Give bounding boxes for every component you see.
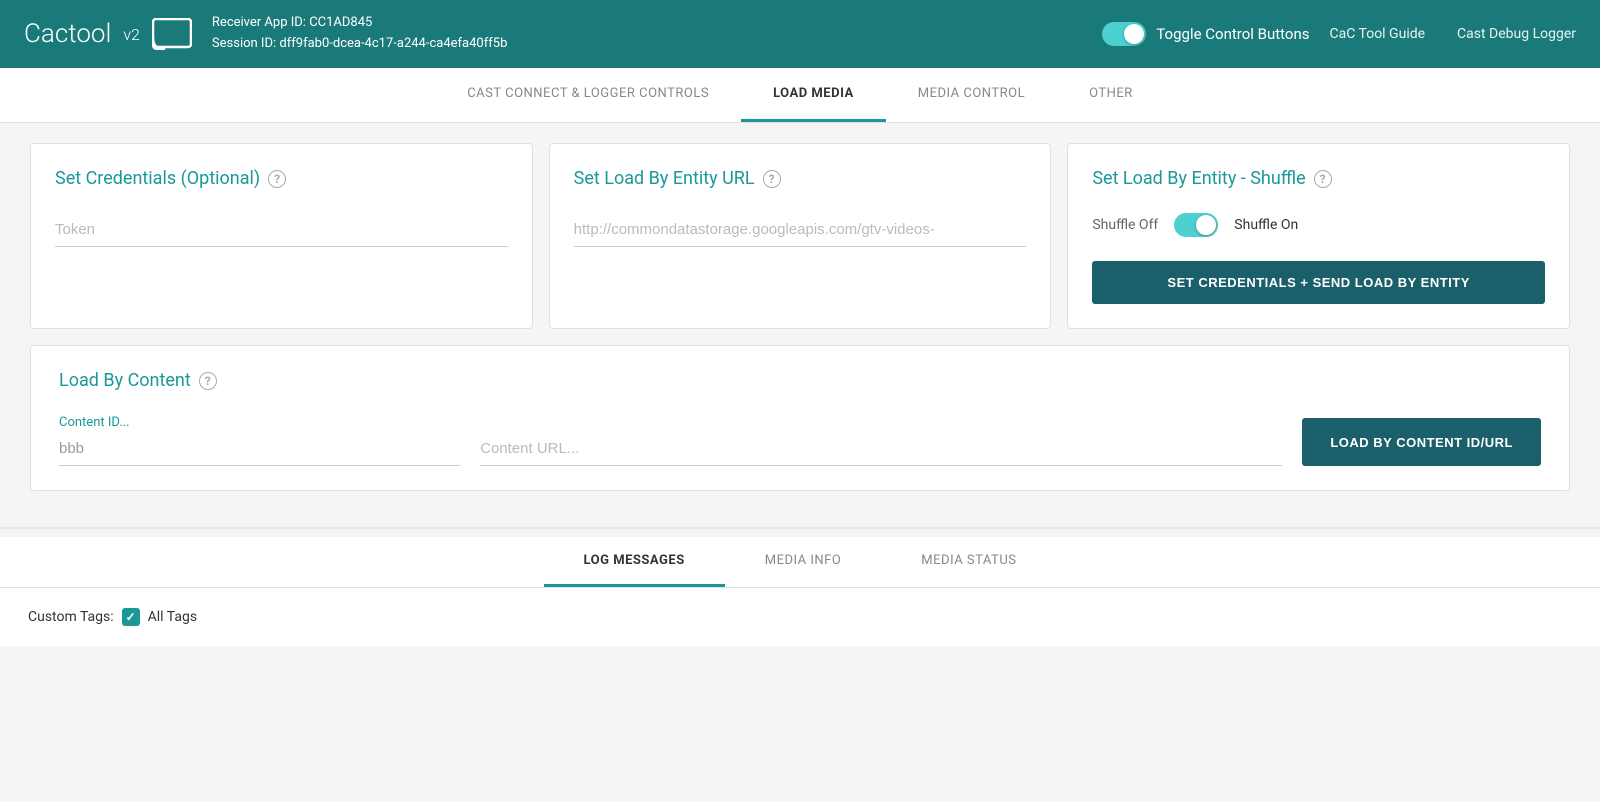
- cac-tool-guide-link[interactable]: CaC Tool Guide: [1330, 26, 1426, 42]
- section-separator: [0, 527, 1600, 529]
- content-id-wrap: Content ID...: [59, 415, 460, 466]
- tab-media-info[interactable]: MEDIA INFO: [725, 537, 882, 587]
- shuffle-on-label: Shuffle On: [1234, 217, 1298, 233]
- session-id: dff9fab0-dcea-4c17-a244-ca4efa40ff5b: [279, 36, 507, 51]
- content-url-input[interactable]: [480, 432, 1282, 466]
- tab-cast-connect[interactable]: CAST CONNECT & LOGGER CONTROLS: [435, 68, 741, 122]
- content-url-wrap: [480, 432, 1282, 466]
- entity-url-card-title: Set Load By Entity URL ?: [574, 168, 1027, 189]
- entity-url-card: Set Load By Entity URL ?: [549, 143, 1052, 329]
- main-tabs: CAST CONNECT & LOGGER CONTROLS LOAD MEDI…: [0, 68, 1600, 123]
- content-id-input[interactable]: [59, 432, 460, 466]
- custom-tags-row: Custom Tags: All Tags: [28, 608, 1572, 626]
- all-tags-checkbox[interactable]: [122, 608, 140, 626]
- entity-shuffle-card: Set Load By Entity - Shuffle ? Shuffle O…: [1067, 143, 1570, 329]
- app-version: v2: [123, 25, 140, 44]
- main-content: Set Credentials (Optional) ? Set Load By…: [0, 123, 1600, 527]
- credentials-card: Set Credentials (Optional) ?: [30, 143, 533, 329]
- session-info: Receiver App ID: CC1AD845 Session ID: df…: [212, 13, 1082, 55]
- tab-log-messages[interactable]: LOG MESSAGES: [544, 537, 725, 587]
- all-tags-label: All Tags: [148, 609, 197, 625]
- credentials-card-title: Set Credentials (Optional) ?: [55, 168, 508, 189]
- tab-load-media[interactable]: LOAD MEDIA: [741, 68, 886, 122]
- receiver-app-id-label: Receiver App ID:: [212, 15, 306, 30]
- top-cards-row: Set Credentials (Optional) ? Set Load By…: [30, 143, 1570, 329]
- entity-shuffle-help-icon[interactable]: ?: [1314, 170, 1332, 188]
- tab-other[interactable]: OTHER: [1057, 68, 1165, 122]
- entity-url-help-icon[interactable]: ?: [763, 170, 781, 188]
- bottom-section: LOG MESSAGES MEDIA INFO MEDIA STATUS Cus…: [0, 537, 1600, 646]
- toggle-label: Toggle Control Buttons: [1156, 25, 1309, 43]
- app-name: Cactool: [24, 19, 111, 49]
- bottom-tabs: LOG MESSAGES MEDIA INFO MEDIA STATUS: [0, 537, 1600, 588]
- shuffle-off-label: Shuffle Off: [1092, 217, 1158, 233]
- app-header: Cactool v2 Receiver App ID: CC1AD845 Ses…: [0, 0, 1600, 68]
- shuffle-toggle[interactable]: [1174, 213, 1218, 237]
- token-input[interactable]: [55, 213, 508, 247]
- load-by-content-card: Load By Content ? Content ID... LOAD BY …: [30, 345, 1570, 491]
- entity-url-input[interactable]: [574, 213, 1027, 247]
- content-id-label: Content ID...: [59, 415, 460, 430]
- receiver-app-id: CC1AD845: [309, 15, 372, 30]
- entity-shuffle-card-title: Set Load By Entity - Shuffle ?: [1092, 168, 1545, 189]
- toggle-control-buttons: Toggle Control Buttons: [1102, 22, 1309, 46]
- load-by-content-title: Load By Content ?: [59, 370, 1541, 391]
- cast-debug-logger-link[interactable]: Cast Debug Logger: [1457, 26, 1576, 42]
- content-inputs-row: Content ID... LOAD BY CONTENT ID/URL: [59, 415, 1541, 466]
- tab-media-status[interactable]: MEDIA STATUS: [881, 537, 1056, 587]
- cast-icon: [152, 18, 192, 50]
- credentials-help-icon[interactable]: ?: [268, 170, 286, 188]
- header-nav: CaC Tool Guide Cast Debug Logger: [1330, 26, 1577, 42]
- custom-tags-label: Custom Tags:: [28, 609, 114, 625]
- load-by-content-help-icon[interactable]: ?: [199, 372, 217, 390]
- set-credentials-send-load-by-entity-button[interactable]: SET CREDENTIALS + SEND LOAD BY ENTITY: [1092, 261, 1545, 304]
- tab-media-control[interactable]: MEDIA CONTROL: [886, 68, 1057, 122]
- load-by-content-button[interactable]: LOAD BY CONTENT ID/URL: [1302, 418, 1541, 466]
- toggle-switch[interactable]: [1102, 22, 1146, 46]
- session-id-label: Session ID:: [212, 36, 276, 51]
- app-logo: Cactool v2: [24, 18, 192, 50]
- shuffle-toggle-row: Shuffle Off Shuffle On: [1092, 213, 1545, 237]
- bottom-content: Custom Tags: All Tags: [0, 588, 1600, 646]
